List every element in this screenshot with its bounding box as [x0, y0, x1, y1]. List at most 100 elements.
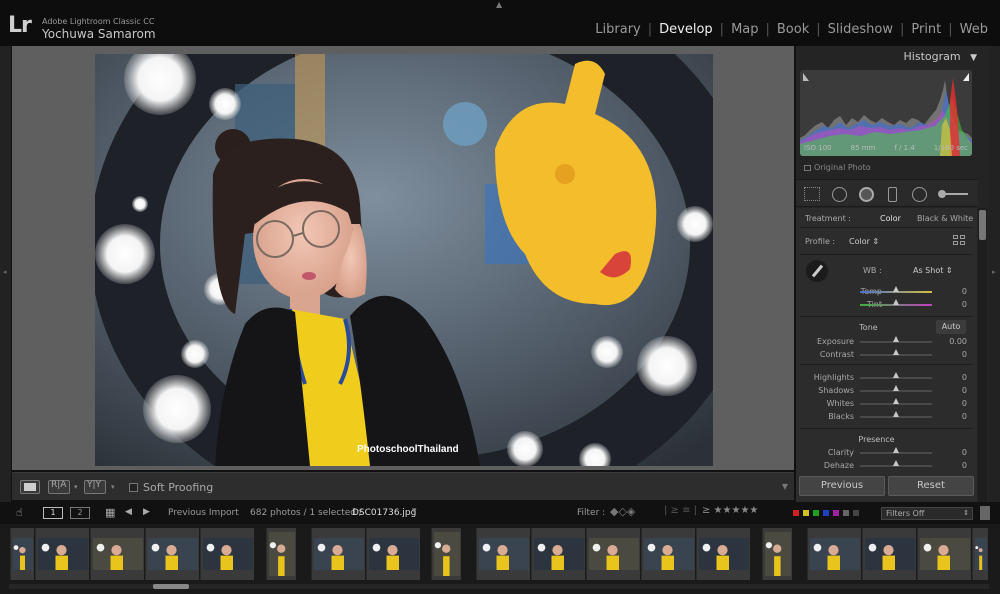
module-slideshow[interactable]: Slideshow: [828, 22, 893, 37]
main-window-button[interactable]: 1: [43, 507, 63, 519]
exposure-slider-thumb[interactable]: [893, 336, 899, 342]
whites-value[interactable]: 0: [947, 399, 967, 408]
whites-slider-thumb[interactable]: [893, 398, 899, 404]
filename-dropdown-icon[interactable]: ▾: [412, 506, 417, 516]
filmstrip-thumbnail[interactable]: [311, 528, 365, 580]
dehaze-slider-thumb[interactable]: [893, 460, 899, 466]
radial-filter-icon[interactable]: [912, 187, 927, 202]
filmstrip-scroll-thumb[interactable]: [153, 584, 189, 589]
shadows-slider-thumb[interactable]: [893, 385, 899, 391]
filmstrip-thumbnail[interactable]: [431, 528, 461, 580]
filmstrip-thumbnail[interactable]: [35, 528, 89, 580]
before-after-lr-button[interactable]: R|A: [48, 480, 70, 494]
blue-label-filter-icon[interactable]: [823, 510, 829, 516]
before-after-yy-button[interactable]: Y|Y: [84, 480, 106, 494]
histogram-header[interactable]: Histogram ▼: [796, 50, 977, 63]
temp-value[interactable]: 0: [947, 287, 967, 296]
reset-button[interactable]: Reset: [888, 476, 974, 496]
filmstrip-thumbnail[interactable]: [10, 528, 34, 580]
spot-removal-icon[interactable]: [832, 187, 847, 202]
filmstrip-thumbnail[interactable]: [917, 528, 971, 580]
grid-view-icon[interactable]: ▦: [105, 506, 115, 519]
main-photo[interactable]: PhotoschoolThailand: [95, 54, 713, 466]
filmstrip-thumbnail[interactable]: [145, 528, 199, 580]
custom-label-filter-icon[interactable]: [843, 510, 849, 516]
original-photo-toggle[interactable]: Original Photo: [804, 163, 871, 172]
chevron-down-icon[interactable]: ▾: [74, 483, 78, 491]
collapse-top-panel-icon[interactable]: ▲: [496, 0, 502, 9]
filters-dropdown[interactable]: Filters Off ⇕: [881, 507, 973, 520]
red-eye-icon[interactable]: [859, 187, 874, 202]
toolbar-options-icon[interactable]: ▼: [782, 482, 788, 491]
clarity-value[interactable]: 0: [947, 448, 967, 457]
white-balance-eyedropper-icon[interactable]: [806, 260, 828, 282]
tint-value[interactable]: 0: [947, 300, 967, 309]
right-panel-toggle[interactable]: ▸: [989, 46, 1000, 502]
shadows-value[interactable]: 0: [947, 386, 967, 395]
secondary-display-icon[interactable]: ☝: [16, 506, 23, 519]
loupe-view-button[interactable]: [20, 480, 40, 494]
blacks-value[interactable]: 0: [947, 412, 967, 421]
second-window-button[interactable]: 2: [70, 507, 90, 519]
module-web[interactable]: Web: [960, 22, 988, 37]
filmstrip-thumbnail[interactable]: [531, 528, 585, 580]
filmstrip-thumbnail[interactable]: [90, 528, 144, 580]
filmstrip-thumbnail[interactable]: [200, 528, 254, 580]
collapse-right-panel-icon[interactable]: ▸: [992, 268, 996, 276]
soft-proofing-checkbox[interactable]: [129, 483, 138, 492]
expand-left-panel-icon[interactable]: ◂: [3, 268, 7, 276]
green-label-filter-icon[interactable]: [813, 510, 819, 516]
module-book[interactable]: Book: [777, 22, 809, 37]
graduated-filter-icon[interactable]: [888, 187, 897, 202]
no-label-filter-icon[interactable]: [853, 510, 859, 516]
treatment-bw-option[interactable]: Black & White: [917, 214, 973, 223]
adjustment-brush-icon[interactable]: [938, 189, 968, 199]
module-print[interactable]: Print: [911, 22, 941, 37]
right-panel-scrollbar[interactable]: [978, 208, 987, 502]
treatment-color-option[interactable]: Color: [880, 214, 901, 223]
filmstrip-scrollbar[interactable]: [9, 584, 989, 589]
highlight-clip-indicator[interactable]: [963, 73, 969, 81]
source-label[interactable]: Previous Import: [168, 508, 239, 518]
back-arrow-icon[interactable]: ◀: [125, 507, 132, 517]
right-panel-scroll-thumb[interactable]: [979, 210, 986, 240]
forward-arrow-icon[interactable]: ▶: [143, 507, 150, 517]
filmstrip[interactable]: [0, 524, 1000, 594]
filmstrip-thumbnail[interactable]: [762, 528, 792, 580]
temp-slider-thumb[interactable]: [893, 286, 899, 292]
profile-dropdown[interactable]: Color ⇕: [849, 237, 879, 246]
shadow-clip-indicator[interactable]: [803, 73, 809, 81]
star-filter-icon[interactable]: ≥ ★★★★★: [702, 505, 758, 516]
blacks-slider-thumb[interactable]: [893, 411, 899, 417]
filmstrip-thumbnail[interactable]: [476, 528, 530, 580]
module-library[interactable]: Library: [595, 22, 640, 37]
filmstrip-thumbnail[interactable]: [696, 528, 750, 580]
contrast-slider-thumb[interactable]: [893, 349, 899, 355]
exposure-value[interactable]: 0.00: [947, 337, 967, 346]
filmstrip-thumbnail[interactable]: [266, 528, 296, 580]
filmstrip-thumbnail[interactable]: [972, 528, 988, 580]
crop-overlay-icon[interactable]: [804, 187, 820, 201]
purple-label-filter-icon[interactable]: [833, 510, 839, 516]
filmstrip-thumbnail[interactable]: [862, 528, 916, 580]
chevron-down-icon[interactable]: ▾: [111, 483, 115, 491]
module-develop[interactable]: Develop: [659, 22, 713, 37]
filmstrip-thumbnail[interactable]: [586, 528, 640, 580]
collapse-icon[interactable]: ▼: [970, 53, 977, 63]
flag-filter-icon[interactable]: ◆◇◈: [610, 505, 635, 518]
original-photo-checkbox[interactable]: [804, 164, 811, 171]
filmstrip-thumbnail[interactable]: [366, 528, 420, 580]
highlights-slider-thumb[interactable]: [893, 372, 899, 378]
auto-tone-button[interactable]: Auto: [936, 320, 966, 334]
highlights-value[interactable]: 0: [947, 373, 967, 382]
tint-slider-thumb[interactable]: [893, 299, 899, 305]
module-map[interactable]: Map: [731, 22, 758, 37]
previous-button[interactable]: Previous: [799, 476, 885, 496]
contrast-value[interactable]: 0: [947, 350, 967, 359]
filmstrip-thumbnail[interactable]: [641, 528, 695, 580]
profile-browser-icon[interactable]: [953, 235, 966, 247]
image-canvas[interactable]: PhotoschoolThailand: [12, 46, 794, 470]
selected-filename[interactable]: DSC01736.jpg: [352, 508, 416, 518]
yellow-label-filter-icon[interactable]: [803, 510, 809, 516]
wb-dropdown[interactable]: As Shot ⇕: [913, 266, 953, 275]
